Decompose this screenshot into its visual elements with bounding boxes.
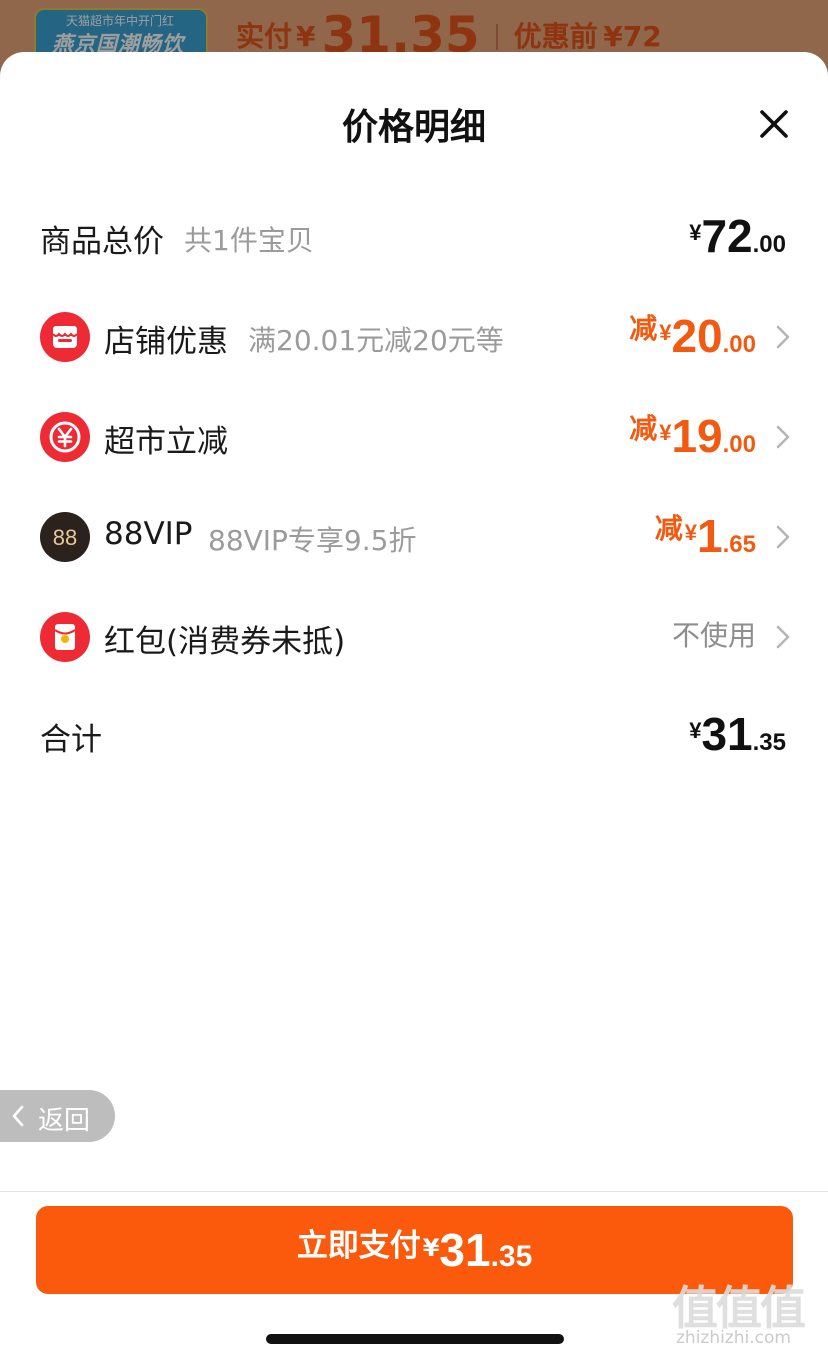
- 88vip-label: 88VIP: [104, 516, 193, 552]
- row-total-goods: 商品总价 共1件宝贝 ¥72.00: [0, 206, 828, 266]
- currency-symbol: ¥: [689, 220, 702, 245]
- row-shop-discount[interactable]: 店铺优惠 满20.01元减20元等 减¥20.00: [0, 306, 828, 366]
- amount-decimal: .65: [722, 531, 756, 558]
- chevron-right-icon: [776, 425, 790, 449]
- pay-amount-decimal: .35: [490, 1240, 533, 1273]
- pay-amount-integer: 31: [439, 1224, 491, 1276]
- shop-discount-rule: 满20.01元减20元等: [248, 324, 504, 357]
- 88vip-discount-amount: 减¥1.65: [655, 506, 756, 566]
- chevron-left-icon: [12, 1105, 24, 1127]
- watermark-url: zhizhizhi.com: [676, 1328, 791, 1348]
- total-goods-amount: ¥72.00: [687, 206, 786, 266]
- shop-discount-amount: 减¥20.00: [629, 306, 756, 366]
- yuan-coin-icon: [40, 412, 90, 462]
- currency-symbol: ¥: [689, 718, 702, 743]
- back-button-label: 返回: [38, 1106, 91, 1136]
- amount-integer: 19: [671, 410, 723, 462]
- grand-total-label: 合计: [40, 722, 102, 758]
- row-88vip-discount[interactable]: 88 88VIP 88VIP专享9.5折 减¥1.65: [0, 506, 828, 566]
- amount-decimal: .00: [722, 331, 756, 358]
- currency-symbol: ¥: [659, 420, 672, 445]
- red-packet-label: 红包(消费券未抵): [104, 624, 346, 660]
- home-indicator[interactable]: [266, 1334, 564, 1344]
- amount-integer: 31: [701, 708, 753, 760]
- amount-integer: 72: [701, 210, 753, 262]
- amount-decimal: .00: [752, 231, 786, 258]
- reduce-prefix: 减: [629, 313, 658, 344]
- row-market-discount[interactable]: 超市立减 减¥19.00: [0, 406, 828, 466]
- shop-icon: [40, 312, 90, 362]
- currency-symbol: ¥: [684, 520, 698, 545]
- amount-integer: 1: [697, 510, 723, 562]
- amount-integer: 20: [671, 310, 723, 362]
- price-detail-sheet: 价格明细 商品总价 共1件宝贝 ¥72.00 店铺优惠 满20.01元减20元等: [0, 52, 828, 1360]
- 88vip-icon-text: 88: [53, 525, 77, 550]
- market-discount-label: 超市立减: [104, 424, 228, 460]
- footer-divider: [0, 1191, 828, 1192]
- chevron-right-icon: [776, 325, 790, 349]
- 88vip-rule: 88VIP专享9.5折: [208, 524, 417, 557]
- back-button[interactable]: 返回: [0, 1090, 115, 1142]
- total-goods-label: 商品总价: [40, 224, 164, 260]
- amount-decimal: .35: [752, 729, 786, 756]
- row-red-packet[interactable]: 红包(消费券未抵) 不使用: [0, 606, 828, 666]
- 88vip-icon: 88: [40, 512, 90, 562]
- sheet-title: 价格明细: [341, 107, 486, 148]
- grand-total-amount: ¥31.35: [687, 704, 786, 764]
- reduce-prefix: 减: [654, 513, 683, 544]
- pay-button-label: 立即支付: [296, 1228, 421, 1264]
- amount-decimal: .00: [722, 431, 756, 458]
- pay-currency-symbol: ¥: [422, 1234, 440, 1262]
- red-packet-icon: [40, 612, 90, 662]
- watermark-logo: 值值值 zhizhizhi.com: [672, 1272, 822, 1352]
- red-packet-status: 不使用: [671, 619, 756, 652]
- market-discount-amount: 减¥19.00: [629, 406, 756, 466]
- chevron-right-icon: [776, 625, 790, 649]
- close-icon: [760, 110, 788, 138]
- total-goods-count: 共1件宝贝: [184, 224, 314, 257]
- currency-symbol: ¥: [659, 320, 672, 345]
- reduce-prefix: 减: [629, 413, 658, 444]
- pay-button-content: 立即支付¥31.35: [297, 1220, 533, 1277]
- row-grand-total: 合计 ¥31.35: [0, 704, 828, 764]
- close-button[interactable]: [752, 102, 796, 146]
- shop-discount-label: 店铺优惠: [104, 324, 228, 360]
- chevron-right-icon: [776, 525, 790, 549]
